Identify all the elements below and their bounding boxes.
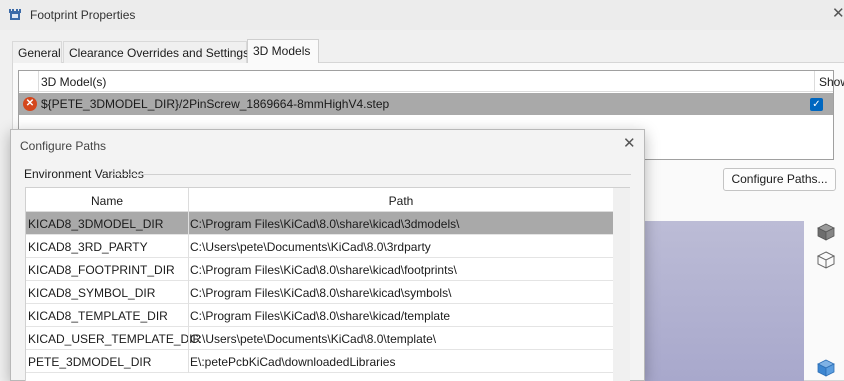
env-name-cell[interactable]: KICAD8_3DMODEL_DIR bbox=[28, 217, 163, 231]
env-name-cell[interactable]: KICAD8_FOOTPRINT_DIR bbox=[28, 263, 175, 277]
env-path-cell[interactable]: C:\Program Files\KiCad\8.0\share\kicad/t… bbox=[190, 309, 450, 323]
cube-blue-icon[interactable] bbox=[816, 358, 836, 378]
tab-3d-models[interactable]: 3D Models bbox=[247, 39, 319, 63]
column-header-show[interactable]: Show bbox=[819, 75, 844, 89]
grid-header: 3D Model(s) Show bbox=[19, 71, 844, 92]
configure-paths-button[interactable]: Configure Paths... bbox=[723, 168, 836, 191]
show-checkbox[interactable]: ✓ bbox=[810, 98, 823, 111]
model-path-cell[interactable]: ${PETE_3DMODEL_DIR}/2PinScrew_1869664-8m… bbox=[41, 97, 389, 111]
title-bar: Footprint Properties ✕ bbox=[0, 0, 844, 30]
env-name-cell[interactable]: KICAD8_3RD_PARTY bbox=[28, 240, 148, 254]
kicad-footprint-icon bbox=[9, 9, 21, 20]
close-icon[interactable]: ✕ bbox=[832, 6, 844, 22]
env-name-cell[interactable]: KICAD8_SYMBOL_DIR bbox=[28, 286, 155, 300]
cell-divider bbox=[188, 350, 189, 373]
window-title: Footprint Properties bbox=[30, 8, 136, 22]
dialog-title-bar: Configure Paths ✕ bbox=[11, 130, 644, 160]
grid-corner bbox=[19, 71, 39, 92]
error-icon: ✕ bbox=[23, 97, 37, 111]
vertical-scrollbar[interactable] bbox=[613, 188, 630, 381]
dialog-title: Configure Paths bbox=[20, 139, 107, 153]
env-path-cell[interactable]: C:\Program Files\KiCad\8.0\share\kicad\s… bbox=[190, 286, 451, 300]
table-row[interactable]: PETE_3DMODEL_DIR E\:petePcbKiCad\downloa… bbox=[26, 350, 613, 373]
env-name-cell[interactable]: KICAD_USER_TEMPLATE_DIR bbox=[28, 332, 201, 346]
column-header-path[interactable]: Path bbox=[189, 194, 613, 208]
column-header-name[interactable]: Name bbox=[26, 194, 188, 208]
tab-clearance-overrides[interactable]: Clearance Overrides and Settings bbox=[63, 41, 249, 63]
tab-general[interactable]: General bbox=[12, 41, 62, 63]
cell-divider bbox=[188, 212, 189, 235]
env-path-cell[interactable]: E\:petePcbKiCad\downloadedLibraries bbox=[190, 355, 395, 369]
env-name-cell[interactable]: KICAD8_TEMPLATE_DIR bbox=[28, 309, 168, 323]
cube-wireframe-icon[interactable] bbox=[816, 250, 836, 270]
table-row[interactable]: KICAD8_TEMPLATE_DIR C:\Program Files\KiC… bbox=[26, 304, 613, 327]
table-row[interactable]: KICAD8_SYMBOL_DIR C:\Program Files\KiCad… bbox=[26, 281, 613, 304]
cell-divider bbox=[188, 327, 189, 350]
cell-divider bbox=[188, 304, 189, 327]
cube-solid-icon[interactable] bbox=[816, 222, 836, 242]
table-row[interactable]: ✕ ${PETE_3DMODEL_DIR}/2PinScrew_1869664-… bbox=[19, 93, 833, 115]
cell-divider bbox=[188, 281, 189, 304]
3d-preview-canvas[interactable] bbox=[640, 221, 804, 381]
cell-divider bbox=[188, 258, 189, 281]
table-row[interactable]: KICAD_USER_TEMPLATE_DIR C:\Users\pete\Do… bbox=[26, 327, 613, 350]
env-name-cell[interactable]: PETE_3DMODEL_DIR bbox=[28, 355, 151, 369]
cell-divider bbox=[188, 235, 189, 258]
table-row[interactable]: KICAD8_FOOTPRINT_DIR C:\Program Files\Ki… bbox=[26, 258, 613, 281]
table-row[interactable]: KICAD8_3DMODEL_DIR C:\Program Files\KiCa… bbox=[26, 212, 613, 235]
column-header-3d-models[interactable]: 3D Model(s) bbox=[41, 75, 106, 89]
env-path-cell[interactable]: C:\Users\pete\Documents\KiCad\8.0\templa… bbox=[190, 332, 436, 346]
grid-header: Name Path bbox=[26, 188, 613, 212]
env-path-cell[interactable]: C:\Users\pete\Documents\KiCad\8.0\3rdpar… bbox=[190, 240, 431, 254]
table-row[interactable]: KICAD8_3RD_PARTY C:\Users\pete\Documents… bbox=[26, 235, 613, 258]
environment-variables-grid[interactable]: Name Path KICAD8_3DMODEL_DIR C:\Program … bbox=[25, 187, 630, 381]
group-divider bbox=[111, 174, 631, 175]
env-path-cell[interactable]: C:\Program Files\KiCad\8.0\share\kicad\f… bbox=[190, 263, 457, 277]
env-path-cell[interactable]: C:\Program Files\KiCad\8.0\share\kicad\3… bbox=[190, 217, 459, 231]
close-icon[interactable]: ✕ bbox=[623, 136, 636, 152]
column-divider bbox=[814, 71, 815, 92]
configure-paths-dialog: Configure Paths ✕ Environment Variables … bbox=[10, 129, 645, 381]
